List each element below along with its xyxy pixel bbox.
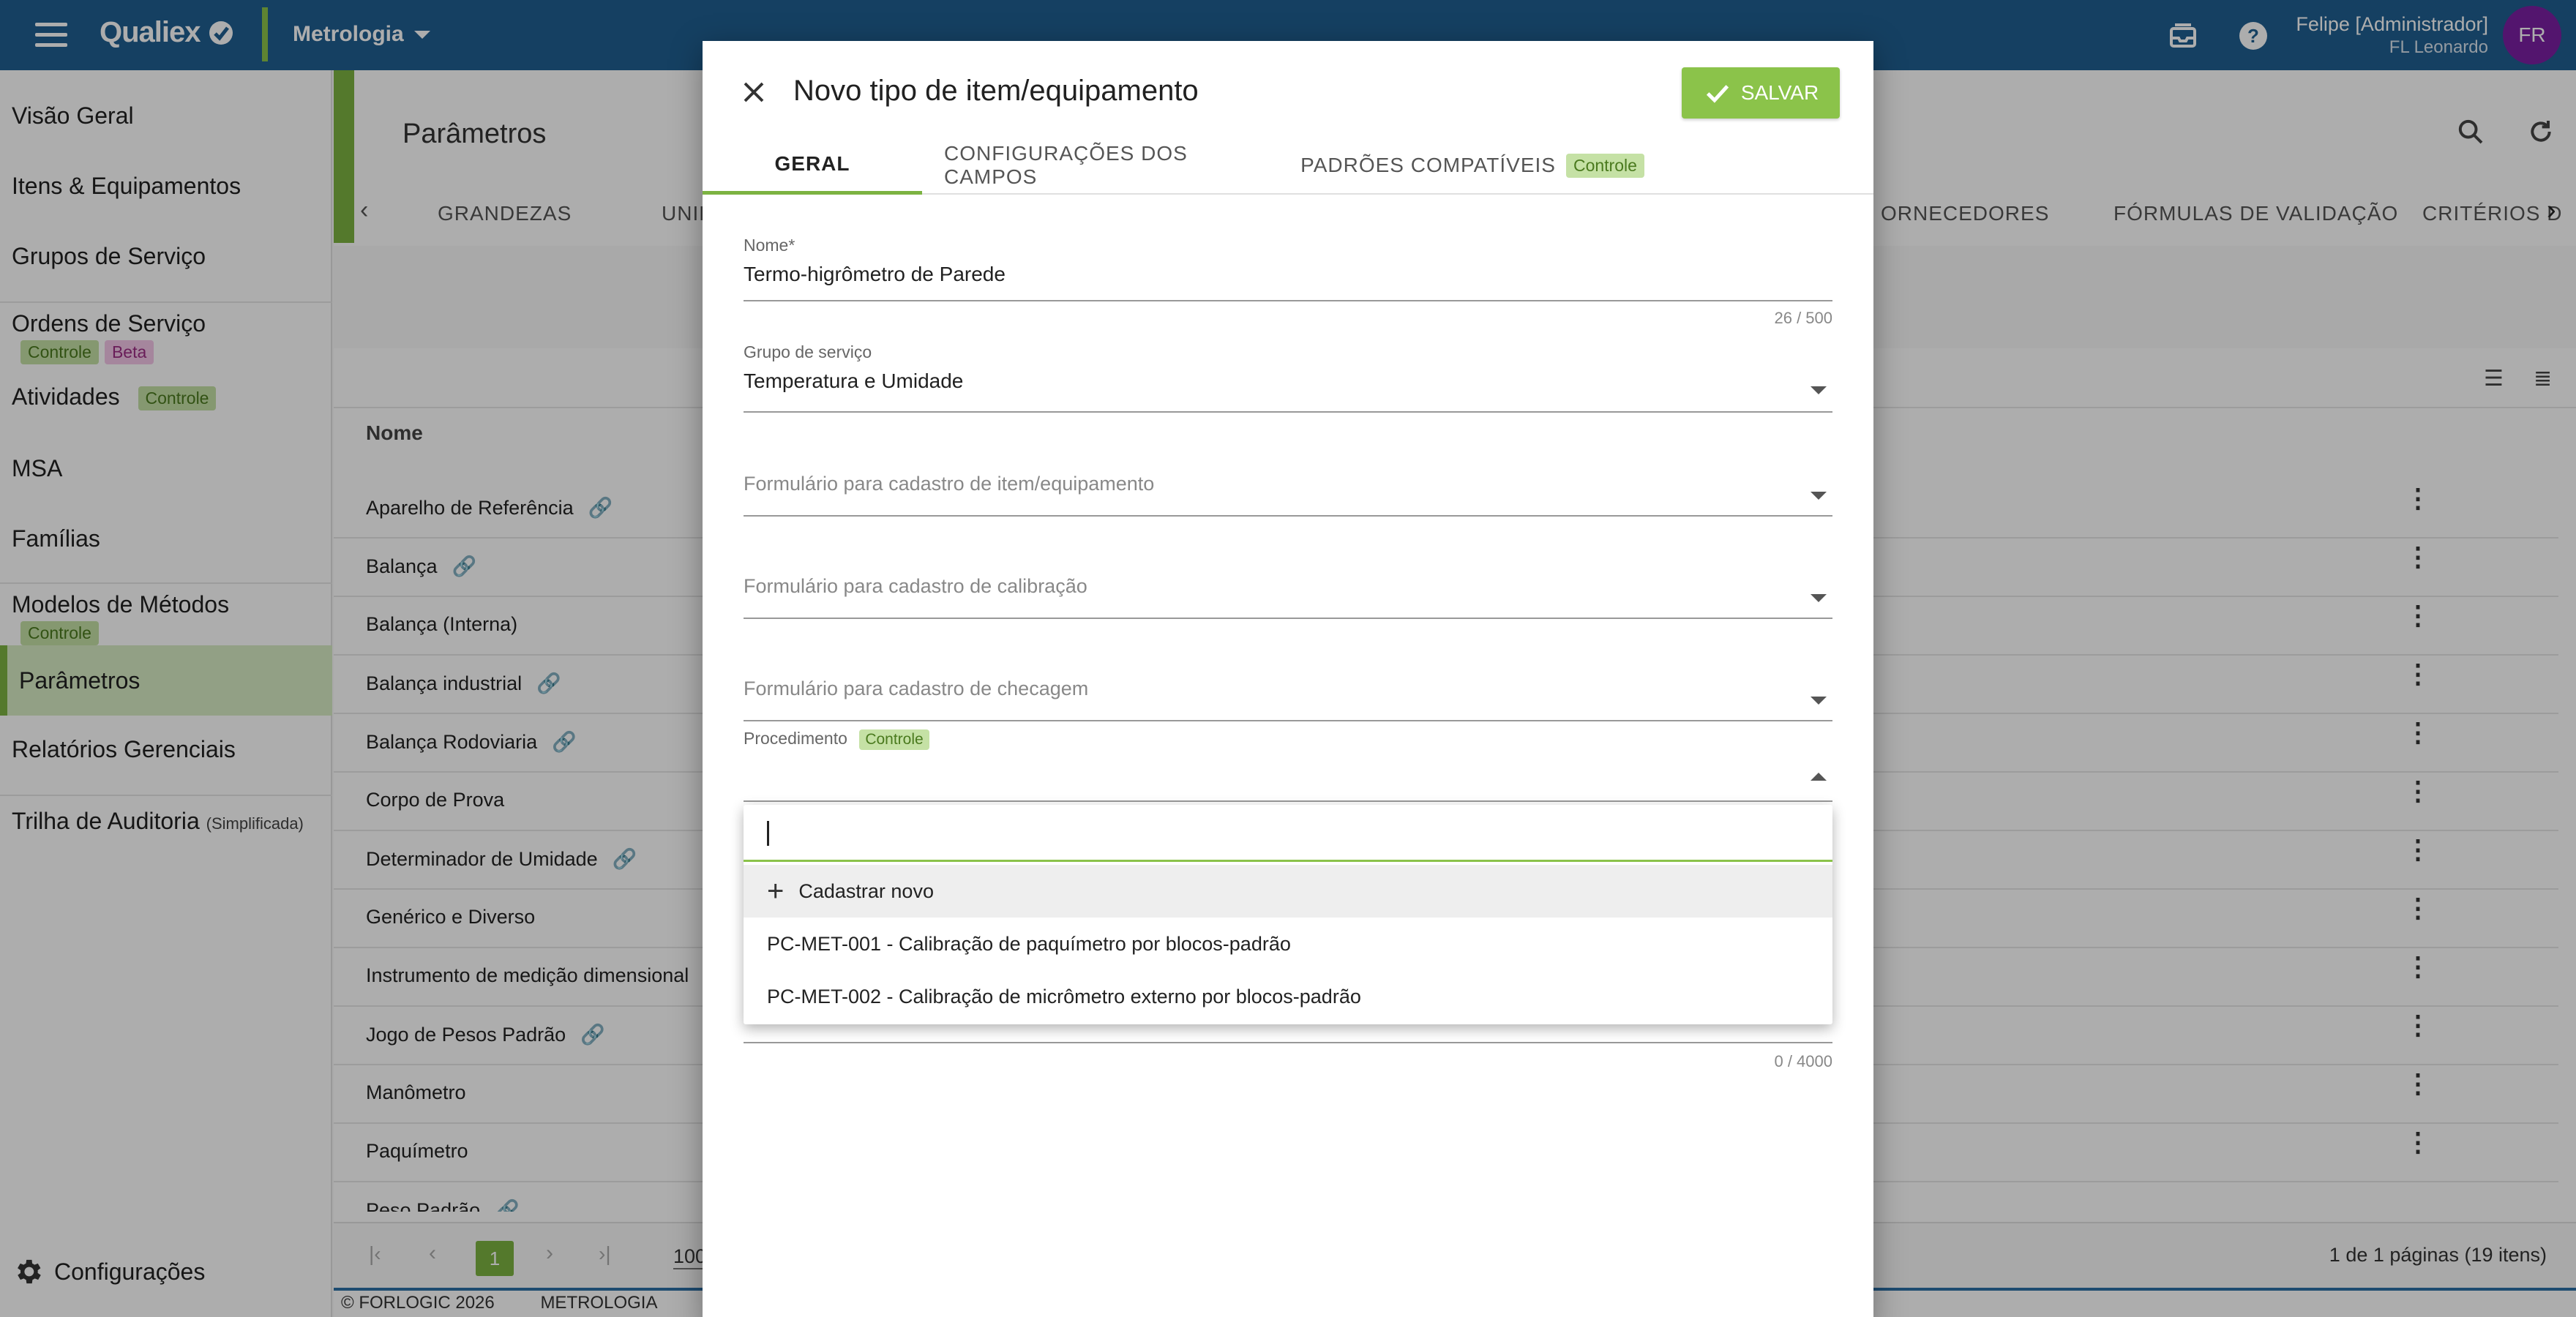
check-icon	[1706, 85, 1729, 103]
item-form-select[interactable]: Formulário para cadastro de item/equipam…	[744, 473, 1832, 517]
description-field[interactable]	[744, 1021, 1832, 1043]
service-group-value: Temperatura e Umidade	[744, 369, 964, 392]
service-group-select[interactable]: Grupo de serviço Temperatura e Umidade	[744, 342, 1832, 413]
service-group-label: Grupo de serviço	[744, 342, 872, 361]
tab-geral[interactable]: GERAL	[703, 136, 922, 195]
description-char-counter: 0 / 4000	[1774, 1052, 1832, 1070]
plus-icon: +	[767, 875, 785, 907]
name-input[interactable]: Termo-higrômetro de Parede	[744, 263, 1832, 286]
dialog-title: Novo tipo de item/equipamento	[793, 75, 1199, 107]
name-label: Nome*	[744, 236, 795, 255]
dropdown-option-create-new[interactable]: + Cadastrar novo	[744, 865, 1832, 918]
check-form-placeholder: Formulário para cadastro de checagem	[744, 678, 1089, 699]
procedure-search-input[interactable]	[744, 805, 1832, 862]
chevron-down-icon	[1811, 386, 1827, 394]
tab-configuracoes-campos[interactable]: CONFIGURAÇÕES DOS CAMPOS	[944, 136, 1275, 195]
item-form-placeholder: Formulário para cadastro de item/equipam…	[744, 473, 1155, 495]
calibration-form-placeholder: Formulário para cadastro de calibração	[744, 575, 1087, 597]
chevron-down-icon	[1811, 594, 1827, 602]
chevron-down-icon	[1811, 697, 1827, 705]
procedure-dropdown-panel: + Cadastrar novo PC-MET-001 - Calibração…	[744, 805, 1832, 1024]
name-char-counter: 26 / 500	[1774, 309, 1832, 327]
text-cursor	[767, 821, 769, 846]
dialog-tabs: GERAL CONFIGURAÇÕES DOS CAMPOS PADRÕES C…	[703, 136, 1873, 195]
new-item-type-dialog: Novo tipo de item/equipamento SALVAR GER…	[703, 41, 1873, 1317]
check-form-select[interactable]: Formulário para cadastro de checagem	[744, 678, 1832, 721]
dropdown-option[interactable]: PC-MET-001 - Calibração de paquímetro po…	[744, 918, 1832, 970]
close-icon[interactable]	[741, 79, 767, 105]
save-button[interactable]: SALVAR	[1682, 67, 1840, 119]
controle-badge: Controle	[859, 729, 929, 750]
procedure-label: Procedimento Controle	[744, 729, 1832, 750]
procedure-select[interactable]: Procedimento Controle	[744, 729, 1832, 802]
dropdown-option[interactable]: PC-MET-002 - Calibração de micrômetro ex…	[744, 970, 1832, 1023]
chevron-down-icon	[1811, 492, 1827, 500]
name-field[interactable]: Nome* Termo-higrômetro de Parede	[744, 236, 1832, 301]
chevron-up-icon	[1811, 773, 1827, 781]
controle-badge: Controle	[1565, 153, 1644, 178]
calibration-form-select[interactable]: Formulário para cadastro de calibração	[744, 575, 1832, 619]
tab-padroes-compativeis[interactable]: PADRÕES COMPATÍVEIS Controle	[1297, 136, 1654, 195]
